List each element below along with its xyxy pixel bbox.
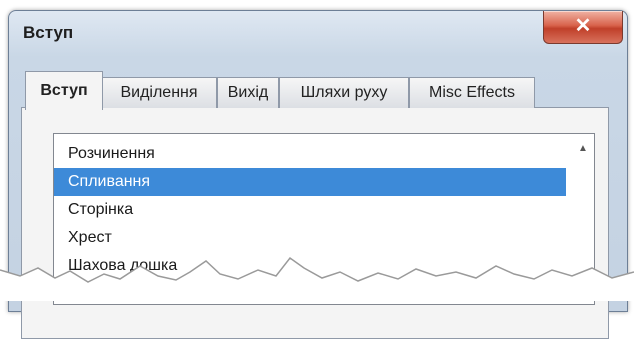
list-item-rozchynennia[interactable]: Розчинення (54, 140, 566, 168)
tab-vykhid[interactable]: Вихід (217, 77, 279, 108)
close-button[interactable]: ✕ (543, 11, 623, 44)
list-item-khrest[interactable]: Хрест (54, 224, 566, 252)
tab-vydilennia[interactable]: Виділення (101, 77, 217, 108)
tab-vstup[interactable]: Вступ (25, 71, 103, 110)
list-item-storinka[interactable]: Сторінка (54, 196, 566, 224)
list-item-splyvannia[interactable]: Спливання (54, 168, 566, 196)
close-icon: ✕ (574, 15, 592, 37)
scroll-up-icon[interactable]: ▲ (576, 142, 590, 156)
tab-shliakhy-rukhu[interactable]: Шляхи руху (279, 77, 409, 108)
dialog-title: Вступ (23, 23, 74, 42)
tab-misc-effects[interactable]: Misc Effects (409, 77, 535, 108)
torn-paper-edge (0, 256, 634, 301)
title-bar[interactable]: Вступ ✕ (9, 11, 627, 63)
